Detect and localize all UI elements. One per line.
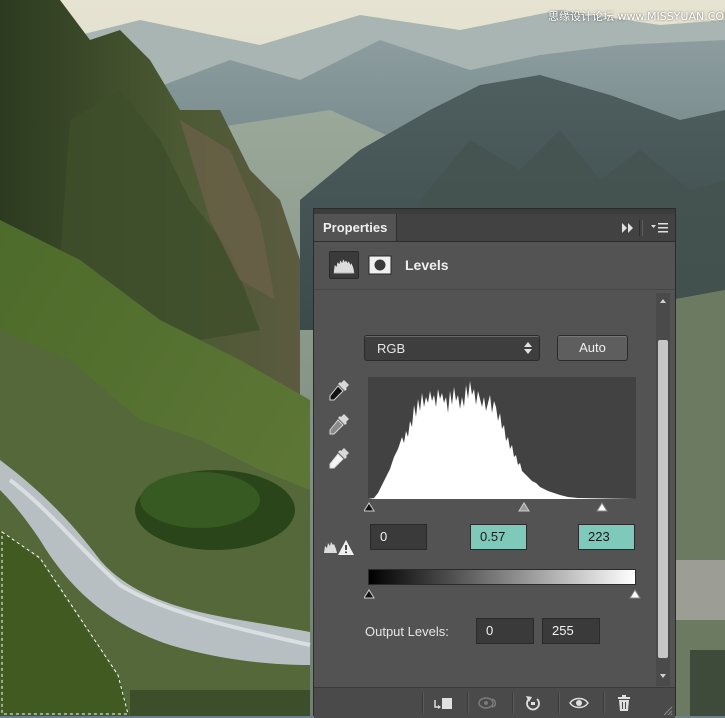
toolbar-separator (603, 692, 605, 714)
header-divider (314, 289, 675, 290)
select-arrows-icon (524, 342, 532, 354)
eye-icon[interactable] (568, 694, 590, 712)
panel-bottom-toolbar (314, 687, 675, 718)
toolbar-separator (558, 692, 560, 714)
toolbar-separator (512, 692, 514, 714)
histogram-icon[interactable] (329, 251, 359, 279)
toolbar-separator (422, 692, 424, 714)
panel-menu-icon[interactable] (651, 221, 669, 235)
trash-icon[interactable] (613, 694, 635, 712)
output-levels-slider[interactable] (364, 587, 644, 601)
reset-icon[interactable] (522, 694, 544, 712)
gray-eyedropper-icon[interactable] (326, 411, 352, 437)
input-white-field[interactable]: 223 (578, 524, 635, 550)
watermark-text: 思缘设计论坛 www.MISSYUAN.COM (548, 10, 725, 23)
output-black-handle (364, 589, 375, 599)
view-previous-icon[interactable] (477, 694, 499, 712)
histogram-graph (368, 377, 636, 499)
output-gradient-bar (368, 569, 636, 585)
white-eyedropper-icon[interactable] (326, 445, 352, 471)
input-black-field[interactable]: 0 (370, 524, 427, 550)
input-levels-slider[interactable] (364, 500, 644, 514)
white-point-handle (596, 502, 608, 512)
scroll-up-icon[interactable] (656, 295, 670, 307)
output-levels-label: Output Levels: (365, 624, 449, 639)
black-point-handle (364, 502, 375, 512)
scroll-thumb[interactable] (658, 340, 668, 658)
clip-to-layer-icon[interactable] (432, 694, 454, 712)
auto-button[interactable]: Auto (557, 335, 628, 361)
output-black-field[interactable]: 0 (476, 618, 534, 644)
channel-select[interactable]: RGB (364, 335, 540, 361)
vertical-scrollbar[interactable] (656, 293, 670, 686)
gamma-handle (518, 502, 530, 512)
scroll-down-icon[interactable] (656, 670, 670, 682)
tab-separator (639, 220, 643, 236)
input-gamma-field[interactable]: 0.57 (470, 524, 527, 550)
clipping-warning-icon[interactable] (322, 537, 356, 557)
properties-panel: Properties Levels RGB Auto 0 0.57 223 Ou… (313, 208, 676, 718)
black-eyedropper-icon[interactable] (326, 377, 352, 403)
adjustment-title: Levels (405, 257, 449, 273)
output-white-handle (629, 589, 641, 599)
tab-properties[interactable]: Properties (314, 214, 398, 241)
panel-tab-bar: Properties (314, 214, 675, 242)
resize-grip-icon[interactable] (661, 704, 673, 716)
mask-icon[interactable] (366, 251, 394, 279)
collapse-arrows-icon[interactable] (621, 221, 635, 235)
output-white-field[interactable]: 255 (542, 618, 600, 644)
toolbar-separator (467, 692, 469, 714)
channel-value: RGB (377, 341, 406, 356)
